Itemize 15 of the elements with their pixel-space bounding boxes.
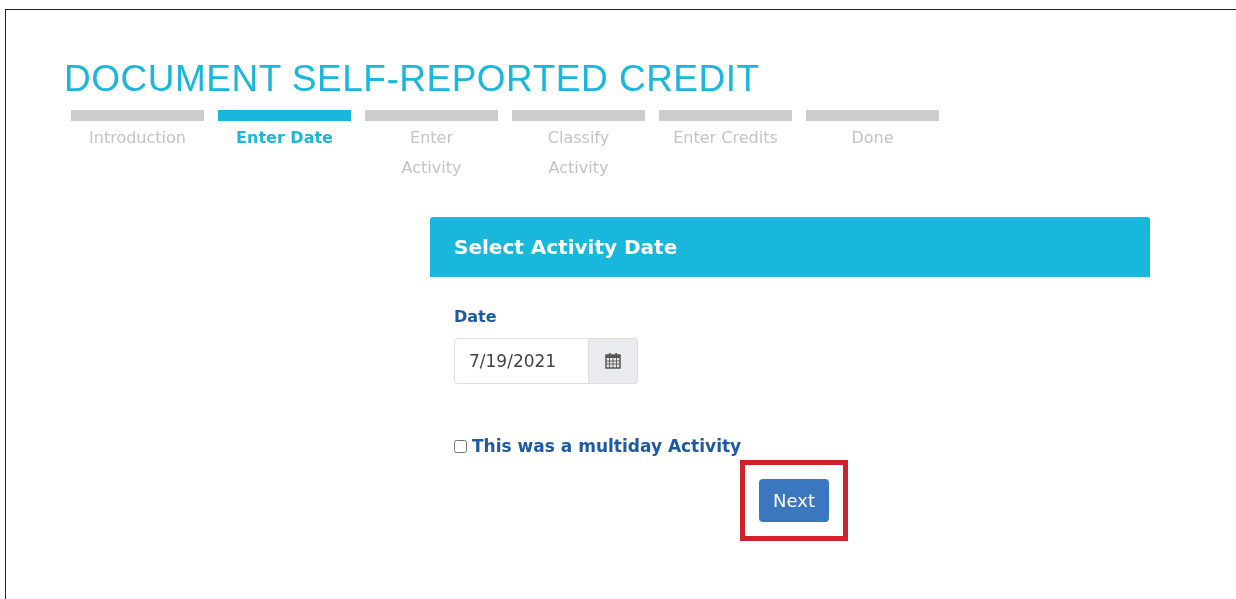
calendar-icon [604, 352, 622, 370]
step-tab[interactable]: Classify Activity [512, 110, 645, 183]
step-tab[interactable]: Enter Activity [365, 110, 498, 183]
date-field[interactable]: 7/19/2021 [454, 338, 589, 384]
next-button[interactable]: Next [759, 479, 829, 522]
step-tab[interactable]: Enter Credits [659, 110, 792, 183]
step-tab[interactable]: Enter Date [218, 110, 351, 183]
date-label: Date [454, 307, 498, 326]
multiday-label: This was a multiday Activity [472, 436, 742, 456]
page-title: DOCUMENT SELF-REPORTED CREDIT [64, 58, 761, 100]
calendar-button[interactable] [589, 338, 638, 384]
card-title: Select Activity Date [454, 235, 678, 259]
step-tab[interactable]: Done [806, 110, 939, 183]
step-tab[interactable]: Introduction [71, 110, 204, 183]
multiday-checkbox[interactable] [454, 439, 467, 453]
